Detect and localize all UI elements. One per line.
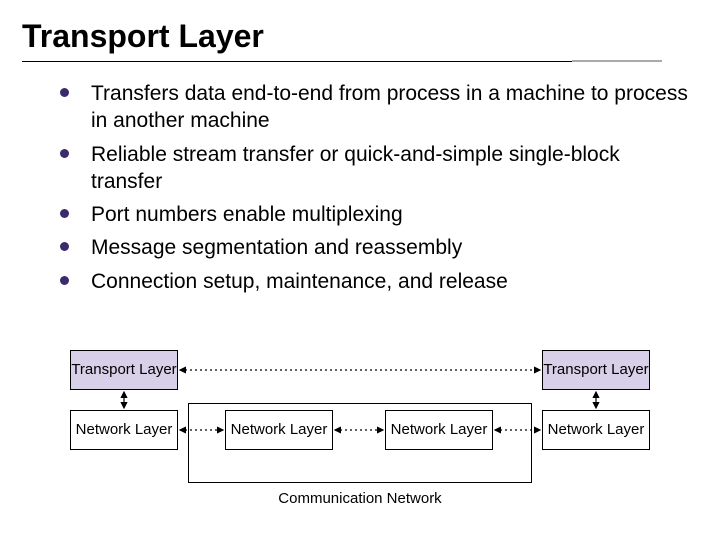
network-layer-box-2: Network Layer bbox=[225, 410, 333, 450]
bullet-icon bbox=[60, 209, 69, 218]
list-item: Port numbers enable multiplexing bbox=[60, 201, 690, 228]
layer-diagram: Transport Layer Transport Layer Network … bbox=[70, 350, 650, 520]
list-item: Message segmentation and reassembly bbox=[60, 234, 690, 261]
bullet-text: Reliable stream transfer or quick-and-si… bbox=[91, 141, 690, 196]
bullet-icon bbox=[60, 276, 69, 285]
bullet-text: Message segmentation and reassembly bbox=[91, 234, 462, 261]
list-item: Reliable stream transfer or quick-and-si… bbox=[60, 141, 690, 196]
bullet-icon bbox=[60, 149, 69, 158]
slide-title: Transport Layer bbox=[0, 0, 720, 61]
list-item: Connection setup, maintenance, and relea… bbox=[60, 268, 690, 295]
transport-layer-box-left: Transport Layer bbox=[70, 350, 178, 390]
network-layer-box-4: Network Layer bbox=[542, 410, 650, 450]
network-layer-box-1: Network Layer bbox=[70, 410, 178, 450]
communication-network-label: Communication Network bbox=[260, 490, 460, 507]
bullet-text: Port numbers enable multiplexing bbox=[91, 201, 403, 228]
transport-layer-box-right: Transport Layer bbox=[542, 350, 650, 390]
bullet-text: Transfers data end-to-end from process i… bbox=[91, 80, 690, 135]
bullet-text: Connection setup, maintenance, and relea… bbox=[91, 268, 508, 295]
title-underline bbox=[22, 61, 662, 62]
bullet-icon bbox=[60, 88, 69, 97]
network-layer-box-3: Network Layer bbox=[385, 410, 493, 450]
bullet-list: Transfers data end-to-end from process i… bbox=[0, 62, 720, 295]
list-item: Transfers data end-to-end from process i… bbox=[60, 80, 690, 135]
bullet-icon bbox=[60, 242, 69, 251]
